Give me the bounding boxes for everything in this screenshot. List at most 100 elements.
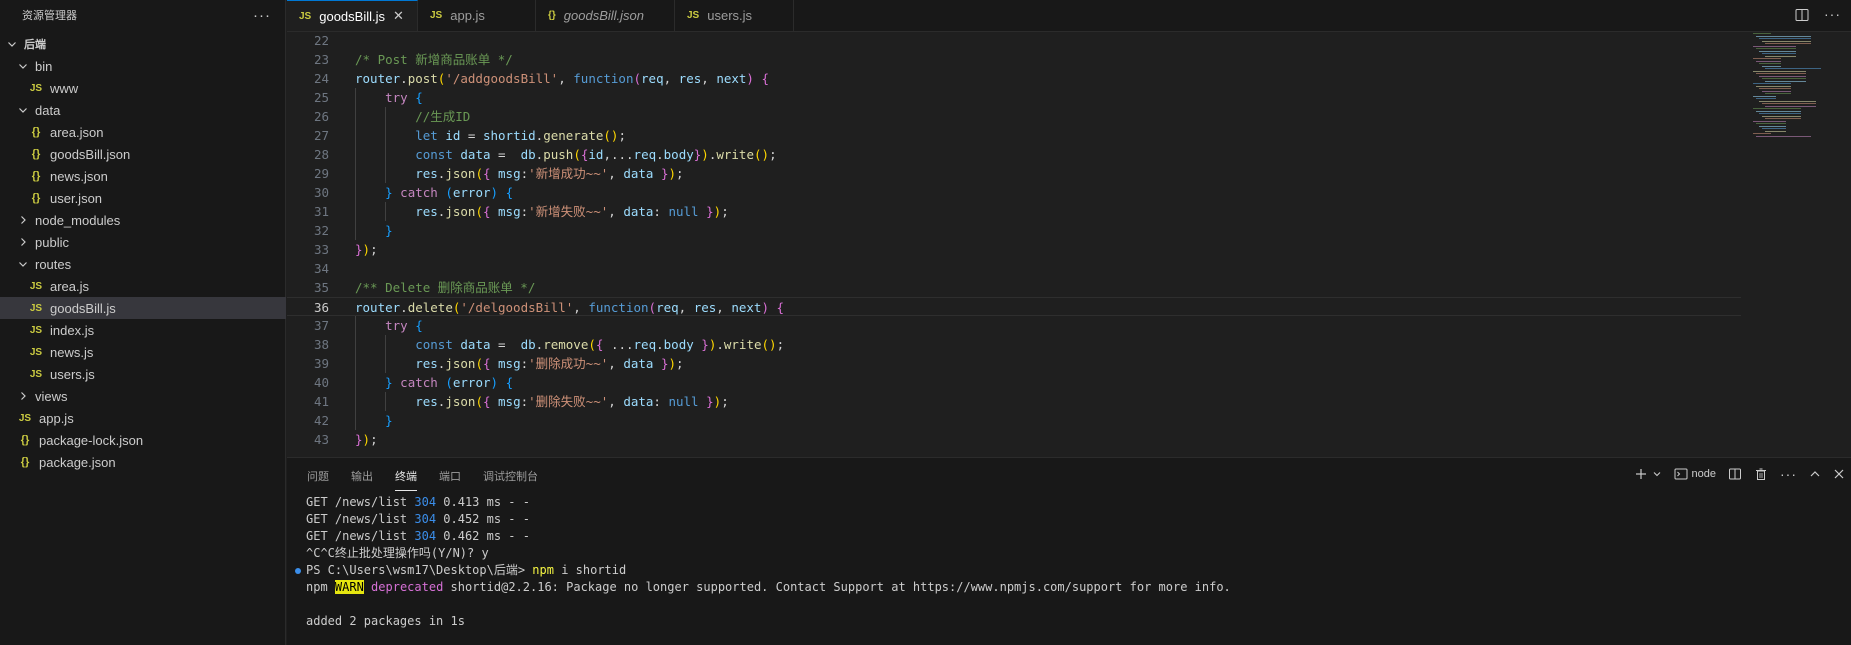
line-number: 35	[313, 280, 329, 295]
terminal-text: npm	[532, 563, 554, 577]
terminal-line: added 2 packages in 1s	[306, 613, 465, 630]
more-actions-icon[interactable]: ···	[253, 7, 271, 24]
json-file-icon: {}	[31, 148, 41, 160]
terminal-text: 304	[414, 512, 437, 526]
code-token: )	[668, 166, 677, 181]
code-token: ()	[754, 147, 770, 162]
folder-item[interactable]: 后端	[0, 33, 286, 55]
panel-tab[interactable]: 端口	[439, 462, 461, 490]
file-item[interactable]: {} goodsBill.json	[0, 143, 286, 165]
code-token: =	[490, 147, 521, 162]
code-editor[interactable]: 22 23/* Post 新增商品账单 */24 router.post('/add…	[287, 31, 1851, 457]
file-item[interactable]: {} area.json	[0, 121, 286, 143]
close-panel-icon[interactable]	[1833, 468, 1845, 480]
line-number: 36	[313, 300, 329, 315]
tab-app-js[interactable]: JS app.js	[418, 0, 536, 31]
panel-tab[interactable]: 问题	[307, 462, 329, 490]
file-item[interactable]: JS news.js	[0, 341, 286, 363]
panel-actions: node ···	[1634, 466, 1845, 482]
minimap-line	[1753, 133, 1771, 134]
code-token: ,	[608, 356, 624, 371]
code-token: )	[362, 242, 371, 257]
code-token: .	[400, 71, 408, 86]
code-token: {	[505, 375, 514, 390]
file-item[interactable]: {} user.json	[0, 187, 286, 209]
minimap-line	[1756, 48, 1796, 49]
folder-item[interactable]: views	[0, 385, 286, 407]
file-item[interactable]: JS index.js	[0, 319, 286, 341]
trash-icon[interactable]	[1754, 467, 1768, 481]
code-line: 33});	[287, 240, 1741, 259]
file-item[interactable]: JS area.js	[0, 275, 286, 297]
code-token: let	[415, 128, 438, 143]
more-editor-actions-icon[interactable]: ···	[1824, 7, 1841, 26]
file-item[interactable]: JS www	[0, 77, 286, 99]
code-token: :	[520, 394, 529, 409]
minimap-line	[1759, 38, 1811, 39]
terminal-instance[interactable]: node	[1674, 467, 1716, 481]
code-token: res	[415, 356, 438, 371]
more-panel-actions-icon[interactable]: ···	[1780, 466, 1797, 482]
folder-item[interactable]: public	[0, 231, 286, 253]
code-token: /* Post 新增商品账单 */	[355, 52, 513, 67]
code-token: shortid	[482, 128, 536, 143]
folder-item[interactable]: data	[0, 99, 286, 121]
json-file-icon: {}	[31, 192, 41, 204]
code-line: 22	[287, 31, 1741, 50]
code-token: error	[452, 375, 491, 390]
split-editor-icon[interactable]	[1794, 7, 1810, 26]
terminal-text: deprecated	[371, 580, 444, 594]
code-token: .	[656, 337, 664, 352]
code-text: router.post('/addgoodsBill', function(re…	[355, 69, 769, 88]
terminal-line: ^C^C终止批处理操作吗(Y/N)? y	[306, 545, 489, 562]
panel-tab[interactable]: 终端	[395, 462, 417, 491]
new-terminal-button[interactable]	[1634, 467, 1662, 481]
file-label: node_modules	[35, 212, 121, 228]
close-icon[interactable]: ✕	[393, 8, 404, 24]
file-label: www	[50, 80, 79, 96]
folder-item[interactable]: routes	[0, 253, 286, 275]
file-label: 后端	[24, 39, 46, 51]
code-token: res	[678, 71, 702, 86]
minimap-line	[1756, 60, 1781, 62]
file-item[interactable]: JS users.js	[0, 363, 286, 385]
minimap[interactable]	[1741, 31, 1851, 141]
code-token: ;	[618, 128, 626, 143]
code-token: data	[623, 204, 654, 219]
minimap-line	[1762, 65, 1781, 67]
panel-tab[interactable]: 调试控制台	[483, 462, 538, 490]
file-item[interactable]: {} package-lock.json	[0, 429, 286, 451]
tab-goodsBill-json[interactable]: {} goodsBill.json	[536, 0, 675, 31]
file-item[interactable]: JS goodsBill.js	[0, 297, 286, 319]
tab-users-js[interactable]: JS users.js	[675, 0, 794, 31]
command-decoration-icon[interactable]	[295, 568, 301, 574]
file-item[interactable]: {} package.json	[0, 451, 286, 473]
code-line: 29 res.json({ msg:'新增成功~~', data });	[287, 164, 1741, 183]
split-terminal-icon[interactable]	[1728, 467, 1742, 481]
panel-tab[interactable]: 输出	[351, 462, 373, 490]
code-token: (	[573, 147, 581, 162]
code-token: next	[716, 71, 747, 86]
code-token: data	[460, 147, 491, 162]
file-item[interactable]: {} news.json	[0, 165, 286, 187]
file-label: news.json	[50, 168, 108, 184]
code-line: 23 /* Post 新增商品账单 */	[287, 50, 1741, 69]
tab-goodsBill-js[interactable]: JS goodsBill.js ✕	[287, 0, 418, 31]
line-number: 25	[313, 90, 329, 105]
maximize-panel-icon[interactable]	[1809, 468, 1821, 480]
minimap-line	[1753, 108, 1801, 109]
code-line: 34	[287, 259, 1741, 278]
code-line: 27 let id = shortid.generate();	[287, 126, 1741, 145]
file-item[interactable]: JS app.js	[0, 407, 286, 429]
code-token: (	[633, 71, 642, 86]
code-token: ;	[776, 337, 785, 352]
code-text: }	[355, 411, 393, 430]
code-text: } catch (error) {	[355, 183, 513, 202]
minimap-line	[1759, 125, 1786, 127]
folder-item[interactable]: bin	[0, 55, 286, 77]
minimap-line	[1765, 105, 1816, 107]
folder-item[interactable]: node_modules	[0, 209, 286, 231]
file-label: user.json	[50, 190, 103, 206]
minimap-line	[1753, 45, 1796, 47]
